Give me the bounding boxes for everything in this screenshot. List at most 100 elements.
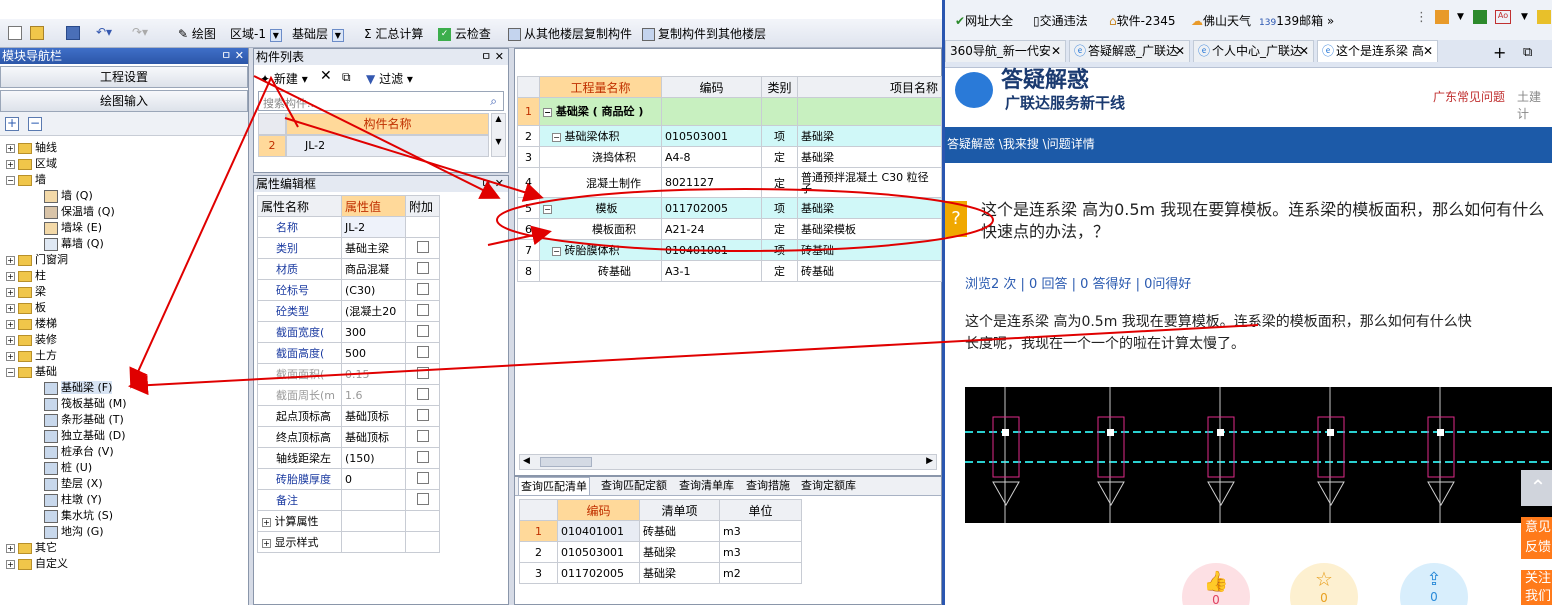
expand-icon[interactable]: + bbox=[6, 143, 15, 153]
like-button[interactable]: 👍 0 bbox=[1182, 563, 1250, 605]
attr-value[interactable]: 基础主梁 bbox=[341, 237, 406, 259]
expand-icon[interactable]: + bbox=[6, 303, 15, 313]
save-icon[interactable] bbox=[66, 26, 80, 40]
scroll-down-icon[interactable]: ▼ bbox=[492, 137, 505, 146]
collapse-icon[interactable]: − bbox=[6, 175, 15, 185]
open-folder-icon[interactable] bbox=[30, 26, 44, 40]
attr-checkbox[interactable] bbox=[416, 429, 429, 442]
collapse-icon[interactable]: − bbox=[6, 367, 15, 377]
tree-item-wall[interactable]: − 墙 bbox=[6, 171, 46, 187]
tree-item-axis[interactable]: + 轴线 bbox=[6, 139, 57, 155]
close-icon[interactable]: ✕ bbox=[1051, 41, 1061, 62]
share-button[interactable]: ⇪ 0 bbox=[1400, 563, 1468, 605]
tree-item-slab[interactable]: + 板 bbox=[6, 299, 46, 315]
tree-item-wall-q[interactable]: 墙 (Q) bbox=[44, 187, 93, 203]
table-row[interactable]: 5 − 模板 011702005 项基础梁 bbox=[517, 197, 942, 219]
horizontal-scrollbar[interactable]: ◀ ▶ bbox=[519, 454, 937, 470]
new-component-button[interactable]: ✦ 新建 ▾ bbox=[260, 70, 308, 87]
tree-item-beam[interactable]: + 梁 bbox=[6, 283, 46, 299]
header-link[interactable]: 广东常见问题 bbox=[1433, 88, 1505, 105]
undo-icon[interactable]: ↶▾ bbox=[96, 25, 112, 39]
cloud-check-button[interactable]: ✓ 云检查 bbox=[438, 25, 491, 42]
tree-item-region[interactable]: + 区域 bbox=[6, 155, 57, 171]
copy-icon[interactable]: ⧉ bbox=[342, 70, 351, 85]
expand-icon[interactable]: + bbox=[6, 319, 15, 329]
tab-quota-library[interactable]: 查询定额库 bbox=[799, 477, 858, 495]
tree-item-other[interactable]: + 其它 bbox=[6, 539, 57, 555]
tab-measures[interactable]: 查询措施 bbox=[744, 477, 792, 495]
browser-tab[interactable]: ⓔ 答疑解惑_广联达 ✕ bbox=[1069, 40, 1190, 62]
collapse-all-icon[interactable]: − bbox=[28, 117, 42, 131]
tab-match-list[interactable]: 查询匹配清单 bbox=[518, 477, 590, 495]
copy-from-button[interactable]: 从其他楼层复制构件 bbox=[508, 25, 632, 42]
collapse-icon[interactable]: − bbox=[552, 246, 561, 256]
attr-checkbox[interactable] bbox=[416, 408, 429, 421]
tree-item-column-pier[interactable]: 柱墩 (Y) bbox=[44, 491, 102, 507]
cad-drawing-image[interactable] bbox=[965, 387, 1552, 523]
tree-item-curtain-wall[interactable]: 幕墙 (Q) bbox=[44, 235, 104, 251]
table-row[interactable]: 1 010401001 砖基础 m3 bbox=[519, 520, 802, 542]
bookmark-item[interactable]: ✔网址大全 bbox=[955, 12, 1013, 29]
attr-checkbox[interactable] bbox=[416, 450, 429, 463]
bookmark-item[interactable]: ⌂软件-2345 bbox=[1109, 12, 1176, 29]
tree-item-earthwork[interactable]: + 土方 bbox=[6, 347, 57, 363]
favorite-button[interactable]: ☆ 0 bbox=[1290, 563, 1358, 605]
more-icon[interactable]: ⋮ bbox=[1415, 10, 1428, 25]
scroll-left-icon[interactable]: ◀ bbox=[523, 456, 530, 466]
search-icon[interactable]: ⌕ bbox=[490, 94, 497, 109]
draw-button[interactable]: ✎ 绘图 bbox=[178, 25, 216, 42]
header-link[interactable]: 土建计 bbox=[1517, 88, 1552, 122]
scroll-thumb[interactable] bbox=[540, 457, 592, 467]
table-row[interactable]: 3 011702005 基础梁 m2 bbox=[519, 562, 802, 584]
attr-value[interactable]: (C30) bbox=[341, 279, 406, 301]
extension-icon[interactable] bbox=[1473, 10, 1487, 24]
expand-icon[interactable]: + bbox=[6, 335, 15, 345]
back-to-top-button[interactable]: ⌃ bbox=[1521, 470, 1552, 506]
table-row[interactable]: 6 模板面积 A21-24 定基础梁模板 bbox=[517, 218, 942, 240]
attr-value[interactable]: JL-2 bbox=[341, 216, 406, 238]
scrollbar[interactable]: ▲ ▼ bbox=[491, 113, 506, 157]
attr-value[interactable]: (150) bbox=[341, 447, 406, 469]
table-row[interactable]: 7 − 砖胎膜体积 010401001 项砖基础 bbox=[517, 239, 942, 261]
expand-icon[interactable]: + bbox=[6, 287, 15, 297]
expand-icon[interactable]: + bbox=[6, 351, 15, 361]
tree-item-raft[interactable]: 筏板基础 (M) bbox=[44, 395, 127, 411]
delete-icon[interactable]: ✕ bbox=[320, 68, 332, 84]
adblock-icon[interactable]: Ao bbox=[1495, 10, 1511, 24]
panel-close-icon[interactable]: ㅁ ✕ bbox=[481, 176, 504, 192]
breadcrumb-text[interactable]: 答疑解惑 \我来搜 \问题详情 bbox=[947, 137, 1095, 151]
region-select[interactable]: 区域-1 ▼ bbox=[230, 25, 282, 42]
panel-close-icon[interactable]: ㅁ ✕ bbox=[481, 49, 504, 65]
expand-all-icon[interactable]: + bbox=[5, 117, 19, 131]
attr-checkbox[interactable] bbox=[416, 366, 429, 379]
expand-icon[interactable]: + bbox=[6, 559, 15, 569]
expand-icon[interactable]: + bbox=[6, 159, 15, 169]
filter-button[interactable]: ▼ 过滤 ▾ bbox=[366, 70, 413, 87]
tree-item-isolated-foundation[interactable]: 独立基础 (D) bbox=[44, 427, 126, 443]
tree-item-custom[interactable]: + 自定义 bbox=[6, 555, 68, 571]
attr-value[interactable]: 500 bbox=[341, 342, 406, 364]
table-row[interactable]: 8 砖基础 A3-1 定砖基础 bbox=[517, 260, 942, 282]
attr-checkbox[interactable] bbox=[416, 240, 429, 253]
attr-value[interactable]: 0 bbox=[341, 468, 406, 490]
component-row[interactable]: JL-2 bbox=[286, 135, 489, 157]
new-file-icon[interactable] bbox=[8, 26, 22, 40]
attr-value[interactable]: 基础顶标 bbox=[341, 426, 406, 448]
attr-checkbox[interactable] bbox=[416, 282, 429, 295]
user-icon[interactable] bbox=[1537, 10, 1551, 24]
attr-checkbox[interactable] bbox=[416, 492, 429, 505]
bookmark-item[interactable]: ▯交通违法 bbox=[1033, 12, 1088, 29]
attr-checkbox[interactable] bbox=[416, 261, 429, 274]
table-row[interactable]: 4 混凝土制作 8021127 定普通预拌混凝土 C30 粒径 子 bbox=[517, 167, 942, 198]
tree-item-sump[interactable]: 集水坑 (S) bbox=[44, 507, 113, 523]
close-icon[interactable]: ✕ bbox=[1175, 41, 1185, 62]
copy-to-button[interactable]: 复制构件到其他楼层 bbox=[642, 25, 766, 42]
tree-item-column[interactable]: + 柱 bbox=[6, 267, 46, 283]
expand-icon[interactable]: + bbox=[262, 517, 271, 527]
tree-item-trench[interactable]: 地沟 (G) bbox=[44, 523, 104, 539]
drawing-input-button[interactable]: 绘图输入 bbox=[0, 90, 248, 112]
expand-icon[interactable]: + bbox=[6, 271, 15, 281]
panel-close-icon[interactable]: ㅁ ✕ bbox=[221, 48, 244, 64]
attr-value[interactable]: 基础顶标 bbox=[341, 405, 406, 427]
tree-item-openings[interactable]: + 门窗洞 bbox=[6, 251, 68, 267]
